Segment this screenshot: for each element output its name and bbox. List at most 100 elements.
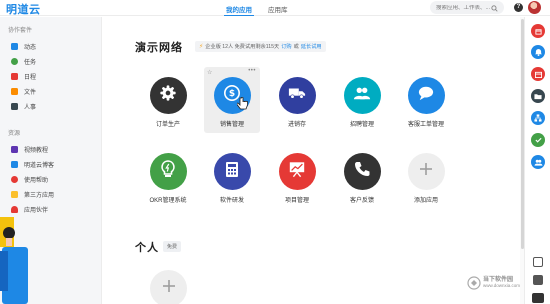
sidebar-item-label: 视频教程 [24, 148, 49, 154]
blog-icon [11, 161, 18, 168]
task-icon [11, 58, 18, 65]
app-customer-feedback[interactable]: 客户反馈 [334, 143, 390, 209]
personal-section-title: 个人 [135, 242, 159, 254]
app-label: 进销存 [287, 122, 306, 128]
people-icon [11, 103, 18, 110]
sidebar-item-label: 明道云博客 [24, 163, 55, 169]
help-icon [11, 176, 18, 183]
app-icon-circle [407, 77, 445, 114]
site-watermark: 当下软件园 www.downxia.com [467, 276, 520, 290]
app-icon-circle [149, 153, 187, 190]
app-icon-circle [407, 153, 445, 190]
sidebar-item-label: 文件 [24, 90, 37, 96]
plus-icon [162, 279, 176, 298]
tab-my-apps[interactable]: 我的应用 [218, 0, 260, 16]
sidebar-item-feed[interactable]: 动态 [0, 39, 101, 54]
calendar-icon[interactable] [531, 67, 545, 81]
extend-trial-link[interactable]: 延长试用 [301, 43, 322, 50]
app-customer-service[interactable]: 客服工单管理 [398, 67, 454, 133]
sidebar-item-label: 任务 [24, 60, 37, 66]
app-label: 项目管理 [284, 198, 309, 204]
app-sales-management[interactable]: ☆ ••• $ 销售管理 [204, 67, 260, 133]
app-icon-circle [278, 153, 316, 190]
presentation-icon [288, 161, 306, 183]
sidebar-item-label: 日程 [24, 75, 37, 81]
main-tabs: 我的应用 应用库 [218, 0, 296, 16]
add-app-button[interactable]: 添加应用 [398, 143, 454, 209]
app-label: 添加应用 [413, 198, 438, 204]
sidebar: 协作套件 动态 任务 日程 文件 人事 资源 视频教程 明道云博客 使用帮助 第… [0, 17, 102, 304]
gear-icon [159, 84, 177, 107]
bell-icon[interactable] [531, 45, 545, 59]
check-icon[interactable] [531, 133, 545, 147]
more-icon[interactable]: ••• [248, 68, 256, 74]
sidebar-section-resources: 资源 [8, 131, 21, 137]
sidebar-item-label: 第三方应用 [24, 193, 55, 199]
cursor-hand-icon [235, 96, 249, 116]
org-icon[interactable] [531, 111, 545, 125]
app-okr[interactable]: OKR管理系统 [140, 143, 196, 209]
document-icon[interactable] [533, 257, 543, 267]
app-label: 订单生产 [155, 122, 180, 128]
sidebar-item-video[interactable]: 视频教程 [0, 142, 101, 157]
svg-text:$: $ [229, 89, 235, 99]
minimize-icon[interactable] [532, 293, 544, 303]
main-content: 演示网络 ⚡ 企业版 12人 免费试用剩余115天 订购 或 延长试用 订单生产… [103, 17, 520, 304]
box-icon[interactable] [531, 24, 545, 38]
app-recruitment[interactable]: 招聘管理 [334, 67, 390, 133]
app-label: 招聘管理 [349, 122, 374, 128]
search-icon [491, 0, 498, 17]
calculator-icon [225, 161, 239, 183]
tab-app-library[interactable]: 应用库 [260, 0, 296, 16]
app-icon-circle [343, 153, 381, 190]
app-label: 客服工单管理 [407, 122, 444, 128]
star-icon[interactable]: ☆ [207, 69, 212, 76]
sidebar-item-hr[interactable]: 人事 [0, 99, 101, 114]
sidebar-item-label: 动态 [24, 45, 37, 51]
free-badge: 免费 [163, 241, 182, 252]
right-dock [524, 17, 550, 304]
chat-icon [417, 85, 435, 106]
avatar[interactable] [528, 1, 541, 14]
sidebar-item-files[interactable]: 文件 [0, 84, 101, 99]
add-personal-app-button[interactable] [150, 270, 187, 304]
lightning-icon: ⚡ [199, 44, 204, 50]
app-order-production[interactable]: 订单生产 [140, 67, 196, 133]
sidebar-item-blog[interactable]: 明道云博客 [0, 157, 101, 172]
puzzle-icon [11, 191, 18, 198]
search-box[interactable] [430, 1, 504, 14]
app-inventory[interactable]: 进销存 [269, 67, 325, 133]
order-link[interactable]: 订购 [281, 43, 291, 50]
or-text: 或 [293, 44, 299, 50]
folder-icon [11, 88, 18, 95]
app-logo[interactable]: 明道云 [6, 1, 41, 17]
group-icon[interactable] [531, 155, 545, 169]
app-icon-circle [213, 153, 251, 190]
edition-text: 企业版 12人 免费试用剩余115天 [205, 44, 280, 50]
decorative-illustration [0, 217, 28, 304]
sidebar-item-calendar[interactable]: 日程 [0, 69, 101, 84]
app-software-dev[interactable]: 软件研发 [204, 143, 260, 209]
people-icon [353, 85, 371, 106]
chat-window-icon[interactable] [533, 275, 543, 285]
top-bar: 明道云 我的应用 应用库 ? [0, 0, 550, 16]
sidebar-item-third-party[interactable]: 第三方应用 [0, 187, 101, 202]
watermark-logo-icon [467, 276, 481, 290]
workspace-title: 演示网络 [135, 42, 183, 54]
calendar-icon [11, 73, 18, 80]
sidebar-item-task[interactable]: 任务 [0, 54, 101, 69]
truck-icon [288, 86, 306, 105]
app-project-management[interactable]: 项目管理 [269, 143, 325, 209]
app-icon-circle [149, 77, 187, 114]
phone-icon [354, 161, 370, 182]
app-icon-circle [278, 77, 316, 114]
sidebar-item-help[interactable]: 使用帮助 [0, 172, 101, 187]
video-icon [11, 146, 18, 153]
plus-icon [419, 162, 433, 181]
app-label: 客户反馈 [349, 198, 374, 204]
search-input[interactable] [436, 4, 491, 11]
sidebar-section-suite: 协作套件 [8, 28, 33, 34]
folder-icon[interactable] [531, 89, 545, 103]
app-icon-circle: $ [213, 77, 251, 116]
help-icon[interactable]: ? [514, 3, 523, 12]
